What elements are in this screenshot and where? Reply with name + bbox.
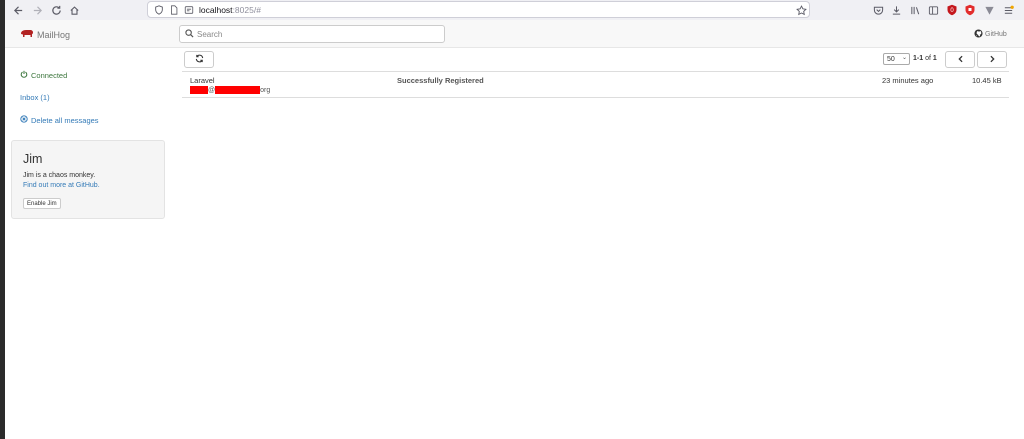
redacted-block [190, 86, 208, 94]
shield-icon[interactable] [153, 4, 165, 16]
url-text: localhost:8025/# [199, 5, 261, 15]
url-rest: :8025/# [232, 5, 261, 15]
jim-title: Jim [23, 152, 43, 166]
jim-description: Jim is a chaos monkey. [23, 172, 96, 179]
url-host: localhost [199, 5, 233, 15]
pagination-info: 1-1 of 1 [913, 55, 937, 62]
page-range: 1-1 [913, 55, 924, 62]
chevron-right-icon [989, 55, 996, 65]
chevron-down-icon: ⌄ [901, 55, 907, 61]
jim-github-link[interactable]: Find out more at GitHub. [23, 182, 100, 189]
message-to: @ org [190, 86, 270, 94]
message-subject: Successfully Registered [397, 76, 484, 85]
brand-link[interactable]: MailHog [20, 29, 70, 40]
reload-icon[interactable] [48, 2, 64, 18]
search-input[interactable] [197, 27, 437, 41]
message-row[interactable]: Laravel @ org Successfully Registered 23… [182, 71, 1009, 98]
refresh-button[interactable] [184, 51, 214, 68]
redacted-block [215, 86, 261, 94]
back-arrow-icon[interactable] [10, 2, 26, 18]
page-total: 1 [932, 55, 937, 62]
permissions-icon[interactable] [183, 4, 195, 16]
browser-toolbar: localhost:8025/# 0 [5, 0, 1024, 21]
pocket-icon[interactable] [871, 3, 885, 17]
inbox-label: Inbox (1) [20, 93, 50, 102]
connection-status: Connected [20, 70, 67, 80]
github-label: GitHub [985, 31, 1007, 38]
menu-hamburger-icon[interactable] [1001, 3, 1015, 17]
ublock-extension-icon[interactable]: 0 [945, 3, 959, 17]
library-icon[interactable] [908, 3, 922, 17]
url-bar[interactable]: localhost:8025/# [147, 1, 810, 18]
privacy-badger-icon[interactable] [963, 3, 977, 17]
message-time: 23 minutes ago [882, 76, 934, 85]
enable-jim-button[interactable]: Enable Jim [23, 198, 61, 209]
page-of-word: of [925, 55, 931, 62]
previous-page-button[interactable] [945, 51, 975, 68]
per-page-value: 50 [887, 55, 895, 63]
window-edge [0, 0, 5, 439]
delete-all-label: Delete all messages [31, 115, 99, 125]
vpn-extension-icon[interactable] [982, 3, 996, 17]
page-icon[interactable] [168, 4, 180, 16]
search-icon [185, 29, 195, 39]
next-page-button[interactable] [977, 51, 1007, 68]
forward-arrow-icon[interactable] [29, 2, 45, 18]
refresh-icon [195, 54, 204, 65]
power-icon [20, 70, 28, 80]
message-size: 10.45 kB [972, 76, 1002, 85]
home-icon[interactable] [66, 2, 82, 18]
sidebar-toggle-icon[interactable] [926, 3, 940, 17]
inbox-link[interactable]: Inbox (1) [20, 93, 50, 102]
connected-label: Connected [31, 70, 68, 80]
message-to-domain: org [260, 86, 271, 94]
per-page-select[interactable]: 50 ⌄ [883, 53, 910, 65]
mailhog-navbar: MailHog GitHub [5, 20, 1024, 48]
delete-circle-icon [20, 115, 28, 125]
message-to-at: @ [208, 86, 216, 94]
bookmark-star-icon[interactable] [795, 4, 807, 16]
search-field[interactable] [179, 25, 445, 43]
github-link[interactable]: GitHub [974, 29, 1007, 40]
chevron-left-icon [957, 55, 964, 65]
mailhog-logo-icon [20, 29, 34, 40]
download-icon[interactable] [889, 3, 903, 17]
delete-all-messages-link[interactable]: Delete all messages [20, 115, 99, 125]
jim-panel: Jim Jim is a chaos monkey. Find out more… [11, 140, 165, 219]
message-from: Laravel [190, 76, 215, 85]
github-icon [974, 29, 983, 40]
brand-name: MailHog [37, 29, 71, 40]
